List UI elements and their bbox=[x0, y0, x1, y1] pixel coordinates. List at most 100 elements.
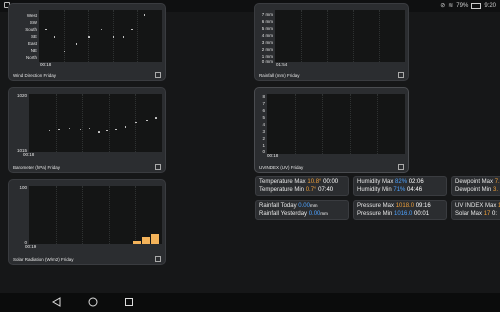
barometer-point bbox=[124, 126, 127, 128]
barometer-point bbox=[48, 129, 51, 132]
expand-icon[interactable] bbox=[155, 164, 161, 170]
temp-max-value: 10.8° bbox=[307, 179, 322, 185]
rain-caption: Rainfall (mm) Friday bbox=[259, 73, 300, 78]
hum-min-label: Humidity Min bbox=[357, 187, 392, 193]
wind-ylabel: West bbox=[26, 13, 37, 18]
rain-today-value: 0.00 bbox=[298, 203, 310, 209]
rainfall-cell[interactable]: Rainfall Today 0.00 mm Rainfall Yesterday… bbox=[255, 200, 349, 220]
baro-xlabel: 00:18 bbox=[23, 152, 35, 157]
daily-summary: Temperature Max 10.8° 00:00 Temperature … bbox=[255, 176, 500, 222]
barometer-point bbox=[58, 128, 60, 131]
hum-min-value: 71% bbox=[393, 187, 406, 193]
baro-caption: Barometer (hPa) Friday bbox=[13, 165, 61, 170]
wind-point bbox=[88, 36, 90, 38]
wind-point bbox=[63, 50, 66, 53]
dew-max-label: Dewpoint Max bbox=[455, 179, 494, 185]
navigation-bar bbox=[0, 293, 500, 312]
uv-ylabel: 7 bbox=[262, 101, 265, 106]
uv-ylabel: 5 bbox=[262, 115, 265, 120]
solar-bar bbox=[142, 237, 151, 244]
dewpoint-cell[interactable]: Dewpoint Max 7. Dewpoint Min 3. bbox=[451, 176, 500, 196]
solar-caption: Solar Radiation (W/m2) Friday bbox=[13, 257, 74, 262]
dew-min-value: 3. bbox=[493, 187, 499, 193]
expand-icon[interactable] bbox=[155, 256, 161, 262]
solar-plot bbox=[29, 186, 162, 244]
expand-icon[interactable] bbox=[155, 72, 161, 78]
barometer-point bbox=[146, 119, 148, 122]
wind-point bbox=[143, 14, 146, 16]
uv-ylabel: 4 bbox=[262, 122, 265, 127]
wifi-icon: ≋ bbox=[448, 3, 454, 9]
back-icon[interactable] bbox=[52, 297, 62, 307]
rain-ylabel: 6 mm bbox=[261, 19, 273, 24]
solar-radiation-panel[interactable]: 100 0 00:19 Solar Radiation (W/m2) Frida… bbox=[9, 180, 165, 264]
wind-point bbox=[122, 36, 125, 38]
wind-ylabel: South bbox=[25, 27, 37, 32]
baro-plot bbox=[29, 94, 162, 152]
barometer-point bbox=[98, 131, 100, 133]
hum-max-time: 02:06 bbox=[408, 179, 424, 185]
dew-min-label: Dewpoint Min bbox=[455, 187, 492, 193]
wind-ylabel: East bbox=[27, 41, 37, 46]
uv-ylabel: 2 bbox=[262, 136, 265, 141]
expand-icon[interactable] bbox=[398, 72, 404, 78]
solar-bar bbox=[132, 240, 141, 244]
press-min-value: 1016.0 bbox=[394, 211, 413, 217]
uv-solar-cell[interactable]: UV INDEX Max 1. Solar Max 17 0: bbox=[451, 200, 500, 220]
uv-ylabel: 6 bbox=[262, 108, 265, 113]
uv-max-label: UV INDEX Max bbox=[455, 203, 497, 209]
uv-ylabel: 8 bbox=[262, 94, 265, 99]
recents-icon[interactable] bbox=[124, 297, 134, 307]
rain-yesterday-label: Rainfall Yesterday bbox=[259, 211, 308, 217]
barometer-point bbox=[68, 127, 71, 130]
press-max-time: 09:16 bbox=[415, 203, 431, 209]
wind-ylabel: SW bbox=[29, 20, 37, 25]
press-max-value: 1018.0 bbox=[395, 203, 415, 209]
expand-icon[interactable] bbox=[398, 164, 404, 170]
barometer-point bbox=[155, 117, 157, 119]
solar-xlabel: 00:19 bbox=[25, 244, 37, 249]
uv-ylabel: 1 bbox=[262, 143, 265, 148]
uv-index-panel[interactable]: 8 7 6 5 4 3 2 1 0 00:18 UVINDEX (UV) Fri… bbox=[255, 88, 408, 172]
wind-point bbox=[45, 28, 47, 31]
barometer-point bbox=[106, 129, 108, 132]
wind-direction-panel[interactable]: West SW South SE East NE North 00:18 Win… bbox=[9, 4, 165, 80]
mute-icon: ⊘ bbox=[440, 3, 446, 9]
rain-ylabel: 0 mm bbox=[261, 59, 273, 64]
solar-max-value: 17 bbox=[483, 211, 491, 217]
barometer-panel[interactable]: 1020 1015 00:18 Barometer (hPa) Friday bbox=[9, 88, 165, 172]
press-min-label: Pressure Min bbox=[357, 211, 393, 217]
temperature-cell[interactable]: Temperature Max 10.8° 00:00 Temperature … bbox=[255, 176, 349, 196]
press-max-label: Pressure Max bbox=[357, 203, 395, 209]
rain-xlabel: 01:54 bbox=[276, 62, 288, 67]
rain-ylabel: 2 mm bbox=[261, 47, 273, 52]
pressure-cell[interactable]: Pressure Max 1018.0 09:16 Pressure Min 1… bbox=[353, 200, 447, 220]
wind-caption: Wind Direction Friday bbox=[13, 73, 57, 78]
uv-xlabel: 00:18 bbox=[267, 153, 279, 158]
uv-plot bbox=[267, 94, 405, 154]
wind-point bbox=[131, 28, 133, 31]
wind-point bbox=[53, 36, 56, 38]
temp-min-label: Temperature Min bbox=[259, 187, 305, 193]
temp-min-time: 07:40 bbox=[318, 187, 334, 193]
solar-max-label: Solar Max bbox=[455, 211, 483, 217]
rainfall-panel[interactable]: 7 mm 6 mm 5 mm 4 mm 3 mm 2 mm 1 mm 0 mm … bbox=[255, 4, 408, 80]
uv-caption: UVINDEX (UV) Friday bbox=[259, 165, 304, 170]
uv-ylabel: 3 bbox=[262, 129, 265, 134]
wind-ylabel: NE bbox=[30, 48, 37, 53]
solar-bar bbox=[151, 233, 160, 244]
wind-point bbox=[100, 28, 102, 31]
rain-ylabel: 7 mm bbox=[261, 12, 273, 17]
rain-today-label: Rainfall Today bbox=[259, 203, 297, 209]
solar-ylabel-top: 100 bbox=[19, 185, 27, 190]
rain-ylabel: 5 mm bbox=[261, 26, 273, 31]
temp-min-value: 0.7° bbox=[305, 187, 317, 193]
wind-ylabel: North bbox=[25, 55, 37, 60]
rain-yesterday-unit: mm bbox=[320, 211, 328, 216]
humidity-cell[interactable]: Humidity Max 82% 02:06 Humidity Min 71% … bbox=[353, 176, 447, 196]
barometer-point bbox=[115, 128, 117, 131]
rain-plot bbox=[275, 10, 405, 62]
home-icon[interactable] bbox=[88, 297, 98, 307]
hum-max-label: Humidity Max bbox=[357, 179, 394, 185]
uv-ylabel: 0 bbox=[262, 149, 265, 154]
